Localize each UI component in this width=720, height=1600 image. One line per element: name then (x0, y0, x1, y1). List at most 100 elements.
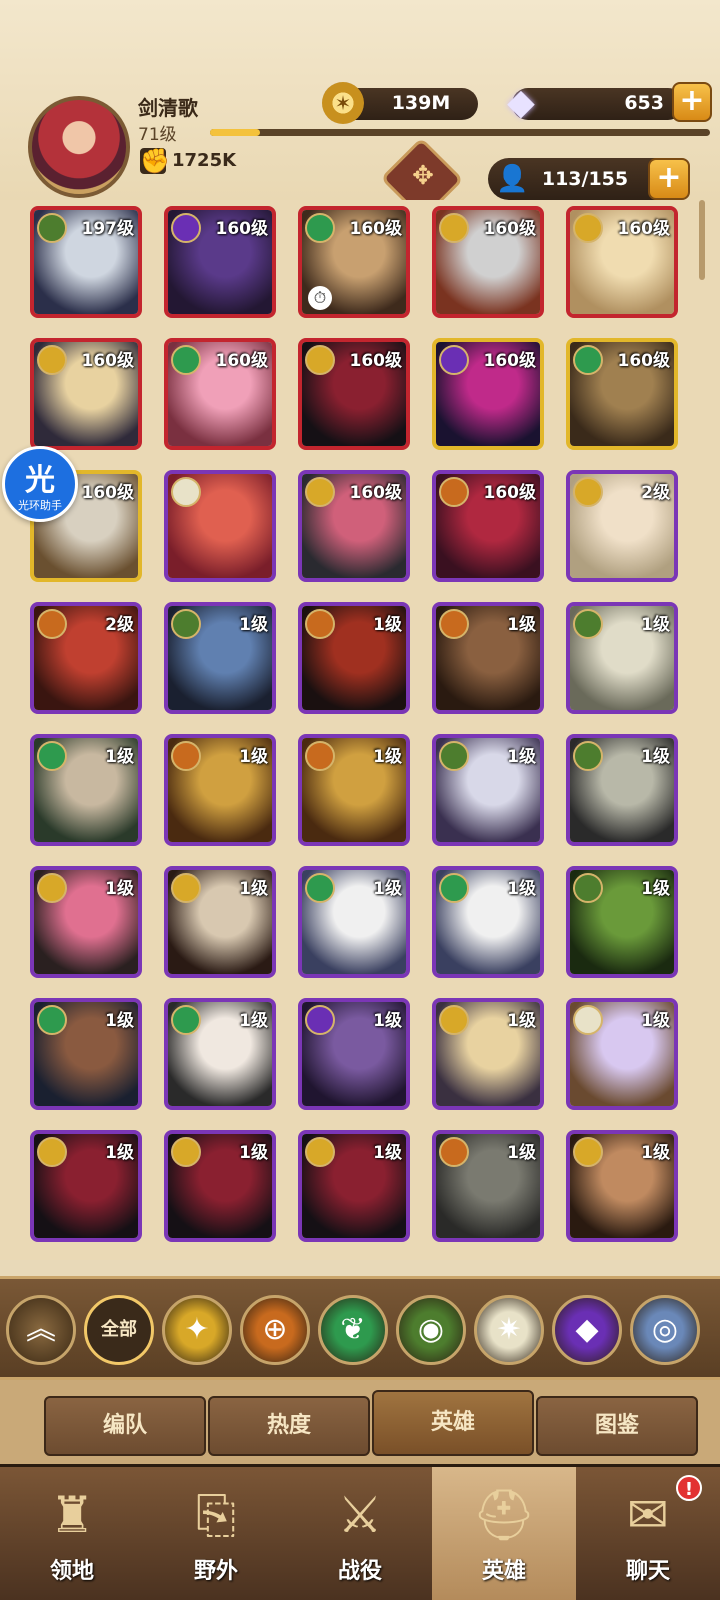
hero-card[interactable]: 1级 (566, 1130, 678, 1242)
hero-card[interactable]: 1级 (432, 734, 544, 846)
nav-item-4[interactable]: ✉ 聊天! (576, 1467, 720, 1600)
hero-card[interactable]: 1级 (164, 998, 276, 1110)
hero-card[interactable]: 1级 (566, 998, 678, 1110)
hero-level: 1级 (105, 1011, 134, 1031)
nav-item-3[interactable]: ⛑ 英雄 (432, 1467, 576, 1600)
hero-card[interactable]: 160级 (432, 338, 544, 450)
add-gems-button[interactable]: + (672, 82, 712, 122)
hero-card[interactable]: 160级 (432, 206, 544, 318)
wilder-faction-icon (37, 1005, 67, 1035)
hero-card[interactable]: 1级 (566, 602, 678, 714)
hero-card[interactable]: 1级 (164, 1130, 276, 1242)
hero-grid[interactable]: 197级 160级 160级 ⏱ 160级 160级 160级 160级 160级 160级 160… (0, 200, 720, 1260)
mauler-faction-icon (37, 609, 67, 639)
wilder-faction-icon (171, 345, 201, 375)
gem-value: 653 (624, 92, 664, 114)
hero-card[interactable]: 160级 (164, 338, 276, 450)
hero-card[interactable]: 1级 (298, 866, 410, 978)
fist-icon: ✊ (140, 147, 170, 175)
graveborn-faction-icon (573, 741, 603, 771)
gold-value: 139M (391, 92, 451, 114)
hero-card[interactable]: 1级 (164, 734, 276, 846)
hero-card[interactable]: 1级 (566, 866, 678, 978)
hero-subtabs: 编队 热度 英雄 图鉴 (0, 1380, 720, 1464)
lightbearer-faction-icon (439, 213, 469, 243)
lightbearer-faction-icon (171, 873, 201, 903)
hero-card[interactable]: 1级 (298, 998, 410, 1110)
filter-wilder-button[interactable]: ❦ (318, 1295, 388, 1365)
lightbearer-faction-icon (171, 1137, 201, 1167)
hero-card[interactable]: 160级 (298, 338, 410, 450)
hero-card[interactable]: 160级 (432, 470, 544, 582)
hero-level: 1级 (105, 747, 134, 767)
hero-level: 1级 (641, 1011, 670, 1031)
hero-card[interactable]: 1级 (30, 998, 142, 1110)
filter-hypogean-button[interactable]: ◆ (552, 1295, 622, 1365)
expand-capacity-button[interactable]: + (648, 158, 690, 200)
hero-card[interactable]: 1级 (432, 1130, 544, 1242)
hero-card[interactable]: 1级 (432, 602, 544, 714)
hero-card[interactable]: 1级 (298, 602, 410, 714)
hero-level: 160级 (349, 483, 403, 503)
hypogean-faction-icon (439, 345, 469, 375)
lightbearer-faction-icon (573, 1137, 603, 1167)
hero-card[interactable]: 1级 (164, 602, 276, 714)
hero-level: 160级 (215, 351, 269, 371)
subtab-1[interactable]: 热度 (208, 1396, 370, 1456)
hero-level: 1级 (105, 1143, 134, 1163)
subtab-3[interactable]: 图鉴 (536, 1396, 698, 1456)
hero-card[interactable]: 160级 (164, 206, 276, 318)
mauler-faction-icon (171, 741, 201, 771)
hero-level: 1级 (641, 747, 670, 767)
hero-card[interactable]: 160级 ⏱ (298, 206, 410, 318)
collapse-filter-button[interactable]: ︽ (6, 1295, 76, 1365)
subtab-0[interactable]: 编队 (44, 1396, 206, 1456)
hero-card[interactable]: 160级 (298, 470, 410, 582)
assistant-label: 光环助手 (18, 499, 62, 512)
filter-dimensional-button[interactable]: ◎ (630, 1295, 700, 1365)
hero-card[interactable]: 1级 (164, 866, 276, 978)
celestial-faction-icon (573, 1005, 603, 1035)
helmet-icon: ⛑ (472, 1486, 536, 1544)
filter-celestial-button[interactable]: ✷ (474, 1295, 544, 1365)
graveborn-faction-icon (439, 741, 469, 771)
hero-card[interactable]: 1级 (298, 734, 410, 846)
hero-level: 1级 (507, 747, 536, 767)
hero-card[interactable]: 1级 (566, 734, 678, 846)
hero-card[interactable]: 160级 (566, 206, 678, 318)
hero-capacity-value: 113/155 (541, 168, 629, 190)
subtab-2[interactable]: 英雄 (372, 1390, 534, 1456)
bottom-navigation: ♜ 领地 ⎘ 野外 ⚔ 战役 ⛑ 英雄 ✉ 聊天! (0, 1464, 720, 1600)
hero-card[interactable]: 160级 (30, 338, 142, 450)
filter-graveborn-button[interactable]: ◉ (396, 1295, 466, 1365)
hero-card[interactable]: 1级 (30, 1130, 142, 1242)
hero-card[interactable]: 2级 (566, 470, 678, 582)
assistant-floating-button[interactable]: 光 光环助手 (2, 446, 78, 522)
hero-card[interactable] (164, 470, 276, 582)
filter-all-button[interactable]: 全部 (84, 1295, 154, 1365)
hero-level: 1级 (507, 615, 536, 635)
hero-level: 160级 (81, 483, 135, 503)
filter-mauler-button[interactable]: ⊕ (240, 1295, 310, 1365)
hero-card[interactable]: 1级 (30, 734, 142, 846)
player-avatar[interactable] (28, 96, 130, 198)
sword-shield-icon: ⚔ (337, 1486, 383, 1544)
hero-level: 2级 (105, 615, 134, 635)
nav-item-0[interactable]: ♜ 领地 (0, 1467, 144, 1600)
nav-item-1[interactable]: ⎘ 野外 (144, 1467, 288, 1600)
scrollbar[interactable] (699, 200, 705, 280)
hero-card[interactable]: 1级 (432, 998, 544, 1110)
nav-item-2[interactable]: ⚔ 战役 (288, 1467, 432, 1600)
hero-level: 1级 (641, 615, 670, 635)
hero-card[interactable]: 1级 (432, 866, 544, 978)
hero-card[interactable]: 160级 (566, 338, 678, 450)
filter-lightbearer-button[interactable]: ✦ (162, 1295, 232, 1365)
nav-label: 领地 (49, 1559, 94, 1584)
lightbearer-faction-icon (37, 345, 67, 375)
mauler-faction-icon (439, 609, 469, 639)
hero-card[interactable]: 1级 (298, 1130, 410, 1242)
hero-card[interactable]: 1级 (30, 866, 142, 978)
hero-card[interactable]: 2级 (30, 602, 142, 714)
hero-card[interactable]: 197级 (30, 206, 142, 318)
hypogean-faction-icon (171, 213, 201, 243)
